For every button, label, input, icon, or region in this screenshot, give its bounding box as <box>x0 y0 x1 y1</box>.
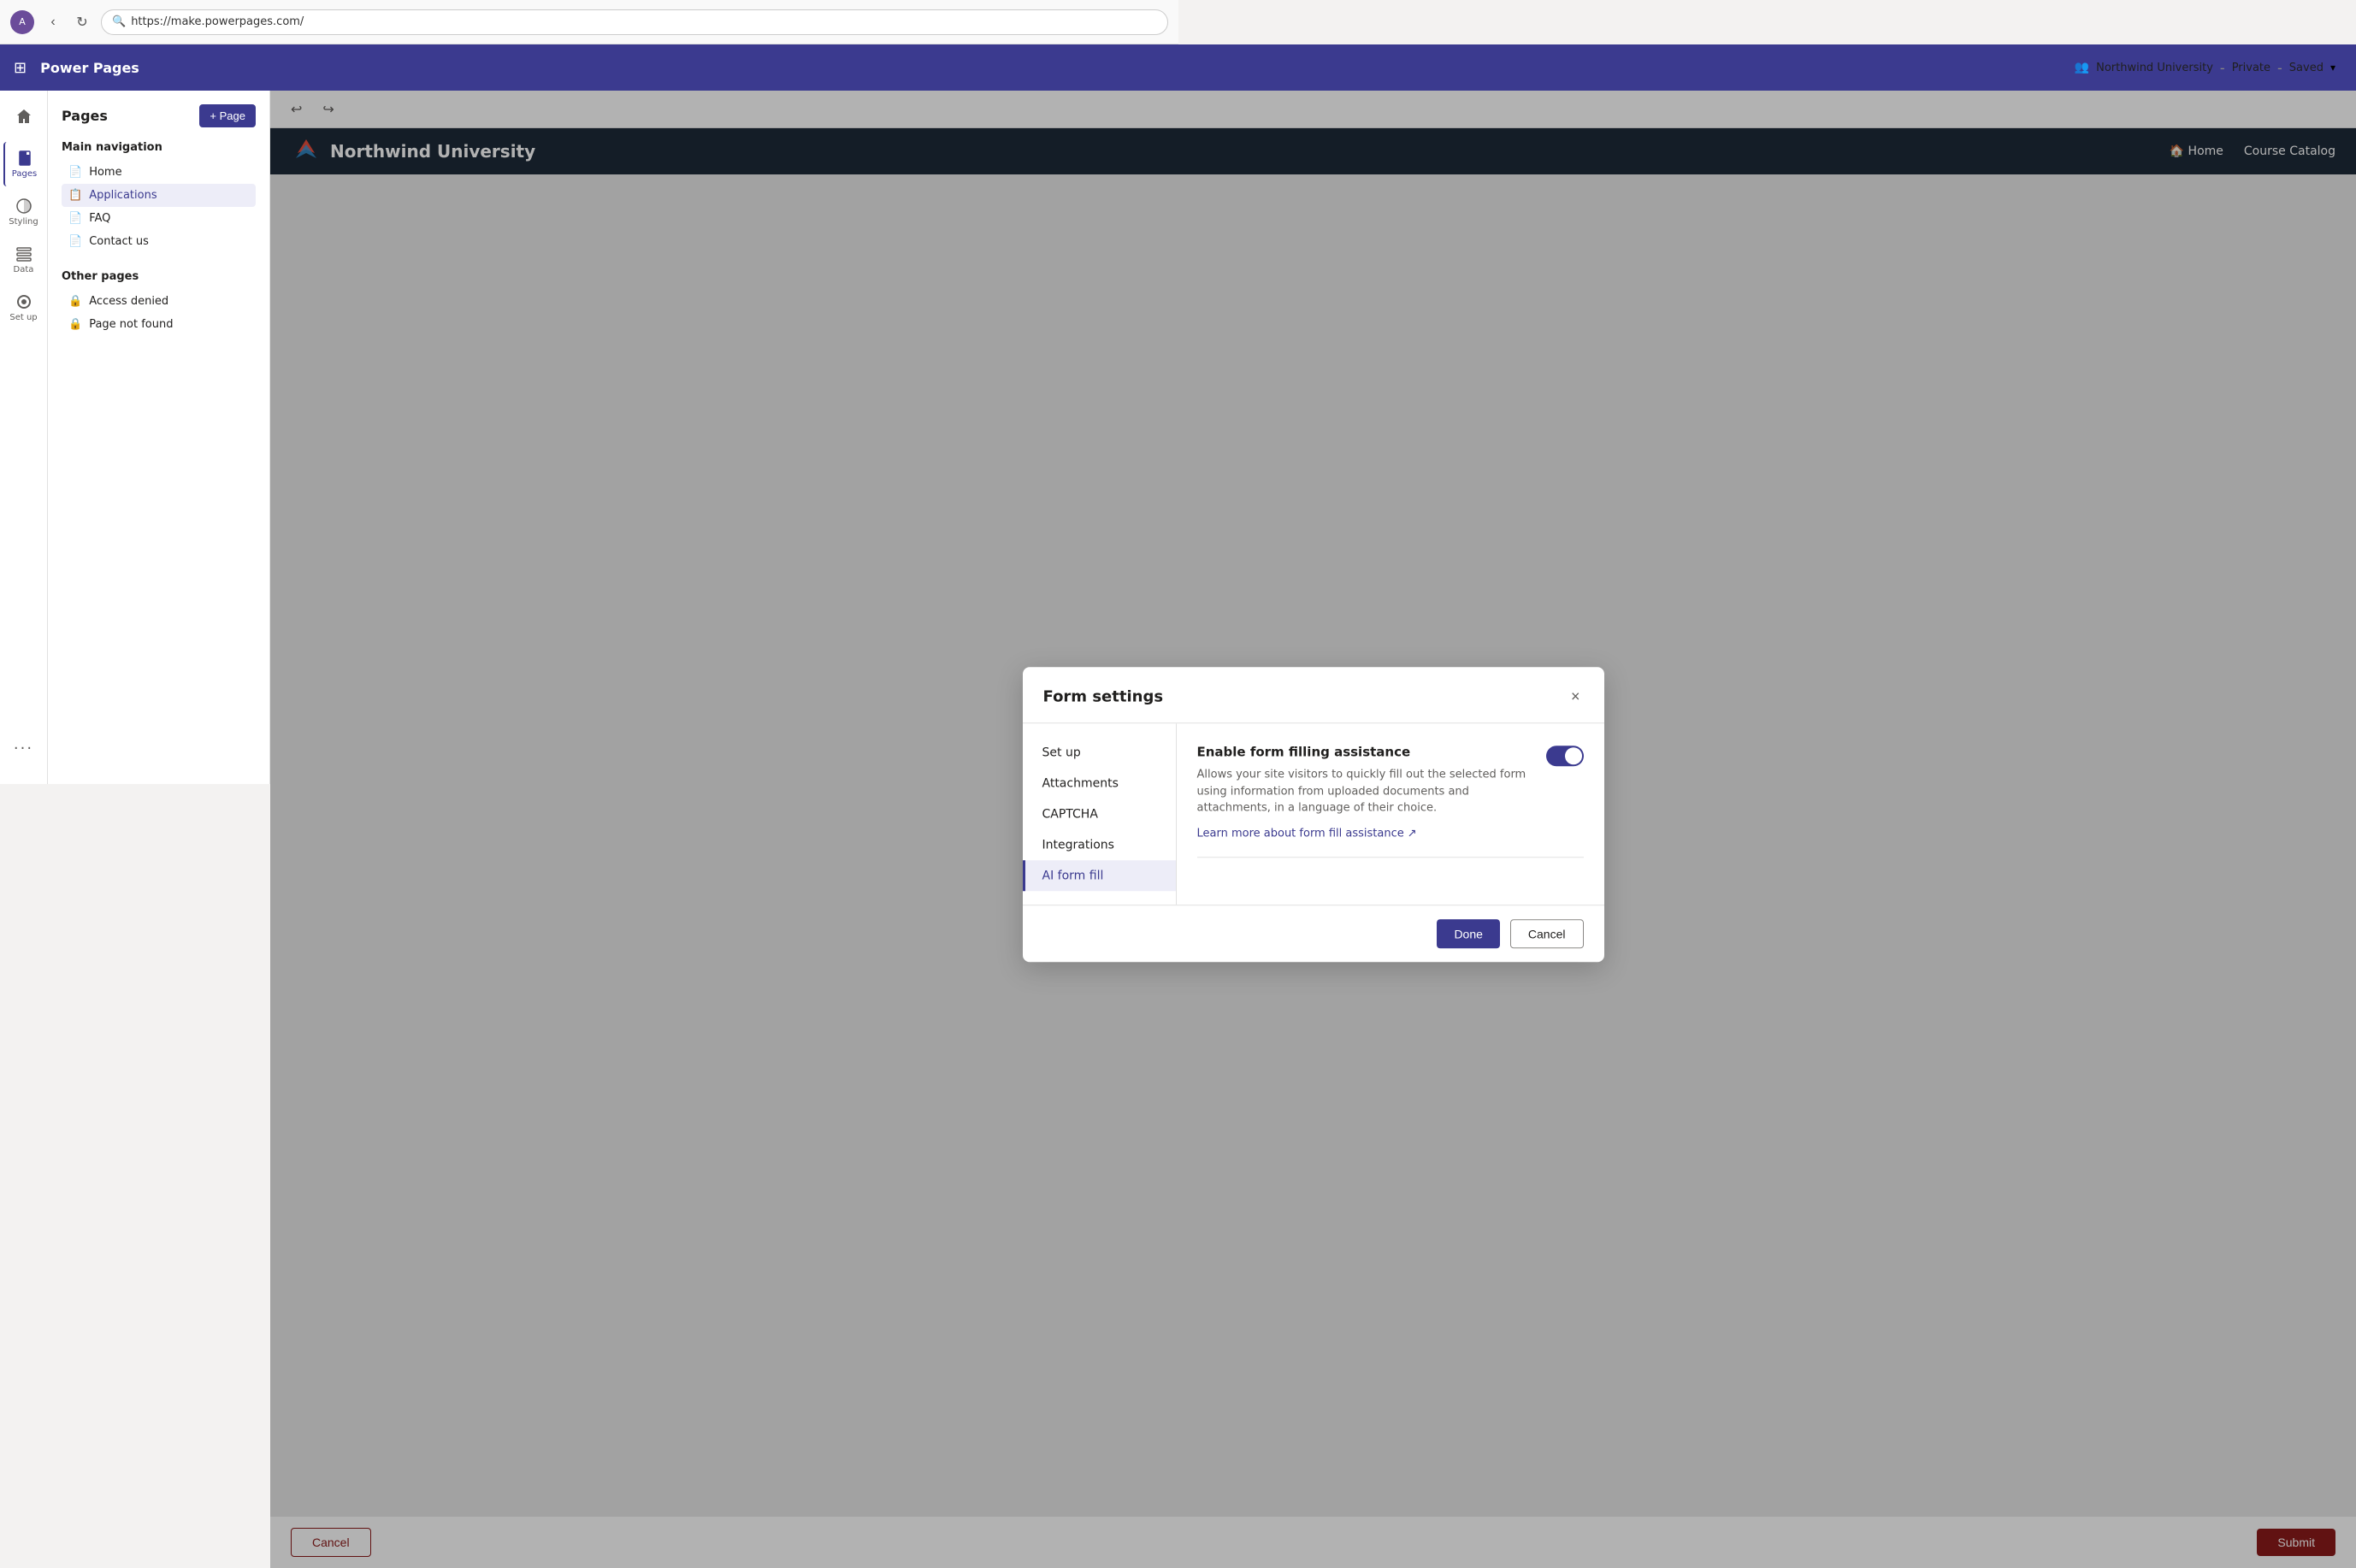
form-filling-toggle[interactable] <box>1546 746 1584 766</box>
sidebar-item-pages[interactable]: Pages <box>3 142 44 186</box>
chevron-down-icon[interactable]: ▾ <box>2330 62 2335 74</box>
nav-item-faq-label: FAQ <box>89 212 110 225</box>
pages-nav-label: Pages <box>12 169 37 179</box>
nav-item-not-found[interactable]: 🔒 Page not found <box>62 313 256 336</box>
modal-nav-attachments[interactable]: Attachments <box>1023 768 1176 799</box>
nav-item-faq[interactable]: 📄 FAQ <box>62 207 256 230</box>
modal-title: Form settings <box>1043 687 1164 705</box>
lock-icon-notfound: 🔒 <box>68 318 82 331</box>
learn-more-label: Learn more about form fill assistance <box>1197 827 1404 840</box>
pages-sidebar: Pages + Page Main navigation 📄 Home 📋 Ap… <box>48 91 270 784</box>
status-site-name: Northwind University <box>2096 62 2213 74</box>
setting-description: Allows your site visitors to quickly fil… <box>1197 766 1532 816</box>
user-avatar: A <box>10 10 34 34</box>
main-content-area: ↩ ↪ Northwind University 🏠 Home Course C… <box>270 91 2356 1568</box>
nav-item-home-label: Home <box>89 166 121 179</box>
status-visibility: Private <box>2232 62 2270 74</box>
lock-icon-access: 🔒 <box>68 295 82 308</box>
other-pages-title: Other pages <box>62 270 256 283</box>
nav-item-applications[interactable]: 📋 Applications <box>62 184 256 207</box>
form-filling-assistance-setting: Enable form filling assistance Allows yo… <box>1197 744 1584 858</box>
external-link-icon: ↗ <box>1408 827 1417 840</box>
setting-info: Enable form filling assistance Allows yo… <box>1197 744 1532 840</box>
browser-back-button[interactable]: ‹ <box>43 12 63 32</box>
page-icon-faq: 📄 <box>68 212 82 225</box>
nav-item-contact-label: Contact us <box>89 235 149 248</box>
nav-item-not-found-label: Page not found <box>89 318 173 331</box>
setup-nav-label: Set up <box>9 313 37 322</box>
search-icon: 🔍 <box>112 15 126 28</box>
browser-chrome: A ‹ ↻ 🔍 https://make.powerpages.com/ <box>0 0 1178 44</box>
modal-close-button[interactable]: × <box>1568 684 1584 709</box>
modal-header: Form settings × <box>1023 667 1604 723</box>
toggle-slider <box>1546 746 1584 766</box>
address-bar[interactable]: 🔍 https://make.powerpages.com/ <box>101 9 1168 35</box>
sidebar-item-data[interactable]: Data <box>3 238 44 282</box>
modal-body: Set up Attachments CAPTCHA Integrations … <box>1023 723 1604 905</box>
modal-nav-captcha[interactable]: CAPTCHA <box>1023 799 1176 829</box>
cancel-button[interactable]: Cancel <box>1510 919 1584 948</box>
learn-more-link[interactable]: Learn more about form fill assistance ↗ <box>1197 827 1417 840</box>
nav-item-contact[interactable]: 📄 Contact us <box>62 230 256 253</box>
nav-item-access-denied[interactable]: 🔒 Access denied <box>62 290 256 313</box>
nav-item-applications-label: Applications <box>89 189 156 202</box>
app-title: Power Pages <box>40 60 139 76</box>
sidebar-header: Pages + Page <box>62 104 256 127</box>
page-special-icon: 📋 <box>68 189 82 202</box>
modal-nav-integrations[interactable]: Integrations <box>1023 829 1176 860</box>
modal-nav-ai-form-fill[interactable]: AI form fill <box>1023 860 1176 891</box>
styling-nav-label: Styling <box>9 217 38 227</box>
form-settings-modal: Form settings × Set up Attachments CAPTC… <box>1023 667 1604 962</box>
modal-content-area: Enable form filling assistance Allows yo… <box>1177 723 1604 905</box>
add-page-button[interactable]: + Page <box>199 104 256 127</box>
grid-icon: ⊞ <box>14 59 27 77</box>
sidebar-item-home[interactable] <box>3 94 44 139</box>
setting-title: Enable form filling assistance <box>1197 744 1532 759</box>
modal-footer: Done Cancel <box>1023 905 1604 962</box>
app-status-bar: 👥 Northwind University - Private - Saved… <box>2075 44 2356 91</box>
modal-nav-setup[interactable]: Set up <box>1023 737 1176 768</box>
modal-sidebar: Set up Attachments CAPTCHA Integrations … <box>1023 723 1177 905</box>
nav-item-access-denied-label: Access denied <box>89 295 168 308</box>
sidebar-title: Pages <box>62 108 108 124</box>
icon-nav: Pages Styling Data Set up ··· <box>0 44 48 784</box>
sidebar-item-setup[interactable]: Set up <box>3 286 44 330</box>
page-icon-contact: 📄 <box>68 235 82 248</box>
status-site-icon: 👥 <box>2075 61 2089 74</box>
sidebar-item-styling[interactable]: Styling <box>3 190 44 234</box>
browser-reload-button[interactable]: ↻ <box>72 12 92 32</box>
sidebar-item-more[interactable]: ··· <box>3 726 44 770</box>
data-nav-label: Data <box>14 265 34 274</box>
modal-overlay: Form settings × Set up Attachments CAPTC… <box>270 91 2356 1568</box>
done-button[interactable]: Done <box>1437 919 1499 948</box>
page-icon: 📄 <box>68 166 82 179</box>
top-app-bar: ⊞ Power Pages <box>0 44 2356 91</box>
url-text: https://make.powerpages.com/ <box>131 15 304 28</box>
main-nav-title: Main navigation <box>62 141 256 154</box>
nav-item-home[interactable]: 📄 Home <box>62 161 256 184</box>
status-save-state: Saved <box>2289 62 2324 74</box>
